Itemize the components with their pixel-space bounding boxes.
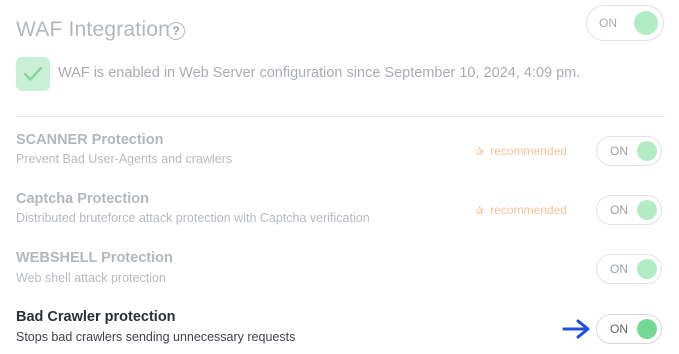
checkmark-icon [23, 66, 43, 81]
bad-crawler-protection-toggle[interactable]: ON [596, 314, 662, 344]
toggle-knob [637, 319, 657, 339]
bad-crawler-protection-desc: Stops bad crawlers sending unnecessary r… [16, 330, 296, 344]
toggle-label: ON [610, 144, 628, 158]
toggle-knob [634, 11, 658, 35]
webshell-protection-desc: Web shell attack protection [16, 271, 166, 285]
scanner-protection-desc: Prevent Bad User-Agents and crawlers [16, 152, 233, 166]
toggle-label: ON [599, 16, 617, 30]
divider [16, 116, 665, 117]
question-circle-icon[interactable]: ? [167, 22, 185, 40]
toggle-label: ON [610, 203, 628, 217]
captcha-protection-toggle[interactable]: ON [596, 195, 662, 225]
waf-status-text: WAF is enabled in Web Server configurati… [58, 65, 581, 81]
page-title: WAF Integration [16, 18, 170, 41]
recommended-badge: ✰ recommended [475, 144, 567, 158]
recommended-label: recommended [490, 203, 567, 217]
waf-integration-toggle[interactable]: ON [586, 5, 664, 41]
recommended-badge: ✰ recommended [475, 203, 567, 217]
captcha-protection-desc: Distributed bruteforce attack protection… [16, 211, 370, 225]
bad-crawler-protection-title: Bad Crawler protection [16, 309, 176, 325]
star-icon: ✰ [475, 205, 485, 217]
toggle-knob [637, 259, 657, 279]
status-check-badge [16, 57, 50, 91]
recommended-label: recommended [490, 144, 567, 158]
scanner-protection-toggle[interactable]: ON [596, 136, 662, 166]
webshell-protection-title: WEBSHELL Protection [16, 250, 173, 266]
star-icon: ✰ [475, 146, 485, 158]
webshell-protection-toggle[interactable]: ON [596, 254, 662, 284]
toggle-knob [637, 141, 657, 161]
toggle-label: ON [610, 262, 628, 276]
scanner-protection-title: SCANNER Protection [16, 132, 164, 148]
toggle-label: ON [610, 322, 628, 336]
arrow-right-icon [562, 319, 590, 339]
toggle-knob [637, 200, 657, 220]
captcha-protection-title: Captcha Protection [16, 191, 149, 207]
